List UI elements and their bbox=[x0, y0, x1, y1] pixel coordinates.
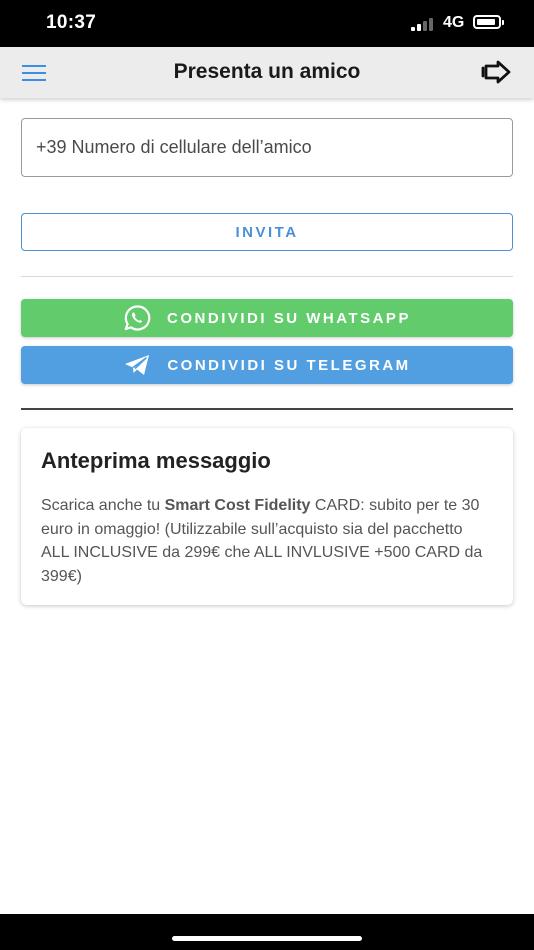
bottom-bar bbox=[0, 914, 534, 950]
section-divider bbox=[21, 408, 513, 410]
share-telegram-button[interactable]: CONDIVIDI SU TELEGRAM bbox=[21, 346, 513, 384]
divider bbox=[21, 276, 513, 277]
battery-icon bbox=[473, 15, 504, 29]
home-indicator[interactable] bbox=[172, 936, 362, 941]
status-time: 10:37 bbox=[46, 12, 97, 33]
logout-arrow-icon[interactable] bbox=[480, 59, 516, 87]
whatsapp-button-label: CONDIVIDI SU WHATSAPP bbox=[167, 309, 411, 327]
whatsapp-icon bbox=[124, 305, 151, 331]
phone-field-container bbox=[21, 118, 513, 177]
share-whatsapp-button[interactable]: CONDIVIDI SU WHATSAPP bbox=[21, 299, 513, 337]
network-type: 4G bbox=[443, 14, 465, 31]
preview-message-text: Scarica anche tu Smart Cost Fidelity CAR… bbox=[41, 494, 493, 588]
friend-phone-input[interactable] bbox=[22, 119, 512, 176]
telegram-button-label: CONDIVIDI SU TELEGRAM bbox=[167, 356, 411, 374]
telegram-icon bbox=[125, 355, 150, 375]
preview-text-start: Scarica anche tu bbox=[41, 497, 165, 514]
page-title: Presenta un amico bbox=[173, 60, 361, 83]
invite-button[interactable]: INVITA bbox=[21, 213, 513, 251]
status-bar: 10:37 4G bbox=[0, 0, 534, 47]
message-preview-card: Anteprima messaggio Scarica anche tu Sma… bbox=[21, 428, 513, 605]
preview-title: Anteprima messaggio bbox=[41, 448, 271, 473]
signal-strength-icon bbox=[411, 17, 435, 31]
app-header: Presenta un amico bbox=[0, 47, 534, 98]
preview-brand-name: Smart Cost Fidelity bbox=[164, 497, 311, 514]
